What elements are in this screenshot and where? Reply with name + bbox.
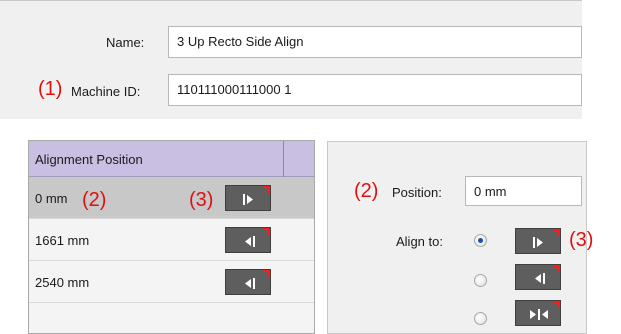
list-header[interactable]: Alignment Position (29, 141, 314, 177)
align-right-icon[interactable] (225, 185, 271, 211)
machine-id-field[interactable]: 110111000111000 1 (168, 74, 582, 106)
row-label: 2540 mm (35, 275, 90, 290)
name-field[interactable]: 3 Up Recto Side Align (168, 26, 582, 58)
machine-id-field-value: 110111000111000 1 (177, 82, 292, 97)
list-row-0mm[interactable]: 0 mm (2) (3) (29, 177, 314, 219)
align-option-radio-3[interactable] (474, 312, 487, 325)
align-left-icon[interactable] (225, 227, 271, 253)
name-label: Name: (106, 35, 145, 50)
align-left-icon[interactable] (225, 269, 271, 295)
callout-3-details: (3) (569, 229, 594, 251)
row-label: 1661 mm (35, 233, 90, 248)
callout-1: (1) (38, 78, 63, 100)
align-left-icon[interactable] (515, 264, 561, 290)
list-header-label: Alignment Position (35, 152, 143, 167)
machine-id-label: Machine ID: (71, 84, 141, 99)
row-label: 0 mm (35, 191, 68, 206)
position-field[interactable]: 0 mm (465, 176, 582, 206)
callout-2-details: (2) (354, 180, 379, 202)
name-field-value: 3 Up Recto Side Align (177, 34, 304, 49)
align-to-label: Align to: (396, 234, 443, 249)
alignment-position-list: Alignment Position 0 mm (2) (3) 1661 mm (28, 140, 315, 334)
align-option-radio-1[interactable] (474, 234, 487, 247)
list-row-2540mm[interactable]: 2540 mm (29, 261, 314, 303)
align-center-icon[interactable] (515, 300, 561, 326)
align-right-icon[interactable] (515, 228, 561, 254)
column-divider[interactable] (283, 141, 284, 177)
callout-2-list: (2) (82, 189, 107, 211)
position-label: Position: (392, 185, 442, 200)
align-option-radio-2[interactable] (474, 274, 487, 287)
list-row-1661mm[interactable]: 1661 mm (29, 219, 314, 261)
position-field-value: 0 mm (474, 184, 507, 199)
callout-3-list: (3) (189, 189, 214, 211)
